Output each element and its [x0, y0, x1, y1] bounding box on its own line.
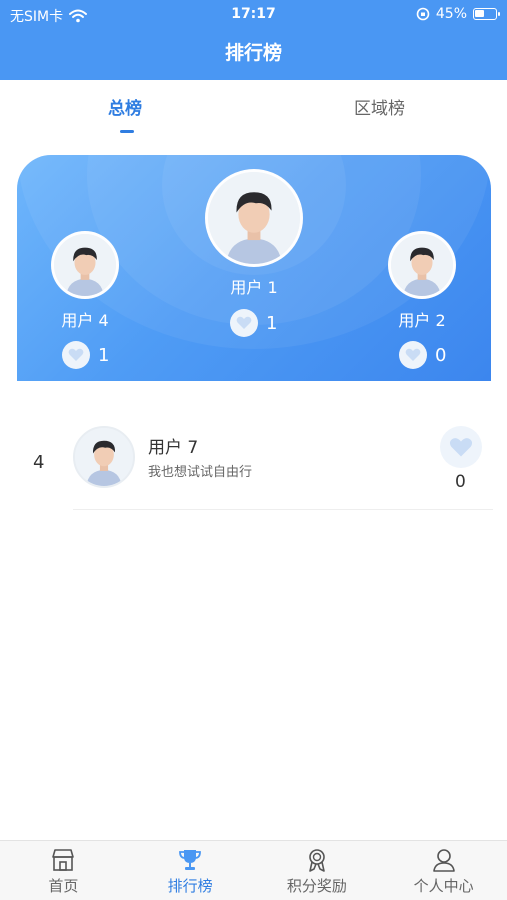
rank-number: 4	[33, 452, 45, 473]
like-button[interactable]	[440, 426, 482, 468]
nav-item-points-rewards[interactable]: 积分奖励	[254, 841, 381, 900]
user-avatar-icon	[75, 428, 133, 486]
battery-icon	[473, 8, 500, 20]
orientation-lock-icon	[416, 7, 430, 21]
medal-icon	[309, 849, 325, 872]
heart-icon[interactable]	[399, 341, 427, 369]
avatar-first[interactable]	[205, 169, 303, 267]
first-place-like-count: 1	[266, 312, 278, 334]
user-avatar-icon	[54, 234, 116, 296]
nav-item-ranking[interactable]: 排行榜	[127, 841, 254, 900]
first-place-likes: 1	[230, 309, 277, 337]
user-avatar-icon	[208, 172, 300, 264]
tab-active-indicator	[120, 130, 134, 133]
user-name: 用户 7	[148, 438, 199, 458]
nav-label-home: 首页	[48, 877, 79, 895]
heart-icon[interactable]	[230, 309, 258, 337]
tab-overall[interactable]: 总榜	[108, 94, 142, 119]
status-bar: 无SIM卡 17:17 45%	[0, 0, 507, 28]
bottom-nav: 首页 排行榜 积分奖励 个人中心	[0, 840, 507, 900]
nav-label-profile: 个人中心	[413, 877, 474, 895]
user-avatar-icon	[391, 234, 453, 296]
header-bar: 无SIM卡 17:17 45% 排行榜	[0, 0, 507, 80]
user-subtitle: 我也想试试自由行	[148, 465, 253, 480]
third-place-likes: 1	[62, 341, 109, 369]
list-item[interactable]: 4 用户 7 我也想试试自由行 0	[0, 420, 507, 510]
divider	[73, 509, 493, 510]
page-title: 排行榜	[224, 42, 282, 64]
like-count: 0	[455, 472, 466, 492]
battery-percent: 45%	[435, 6, 467, 22]
second-place-name: 用户 2	[398, 311, 446, 330]
ranking-tabs: 总榜 区域榜	[0, 80, 507, 140]
trophy-icon	[179, 850, 202, 870]
first-place-name: 用户 1	[230, 278, 278, 297]
third-place-like-count: 1	[98, 344, 110, 366]
tab-region[interactable]: 区域榜	[354, 94, 405, 119]
nav-item-home[interactable]: 首页	[0, 841, 127, 900]
second-place-like-count: 0	[435, 344, 447, 366]
person-icon	[432, 849, 455, 872]
nav-label-ranking: 排行榜	[167, 877, 213, 895]
avatar[interactable]	[73, 426, 135, 488]
heart-icon[interactable]	[62, 341, 90, 369]
heart-icon	[449, 437, 473, 456]
nav-label-points-rewards: 积分奖励	[286, 877, 347, 895]
home-icon	[52, 849, 75, 871]
third-place-name: 用户 4	[61, 311, 109, 330]
second-place-likes: 0	[399, 341, 446, 369]
nav-item-profile[interactable]: 个人中心	[380, 841, 507, 900]
avatar-third[interactable]	[51, 231, 119, 299]
avatar-second[interactable]	[388, 231, 456, 299]
top-three-podium: 用户 1 1 用户 4 1 用户 2 0	[17, 155, 491, 381]
